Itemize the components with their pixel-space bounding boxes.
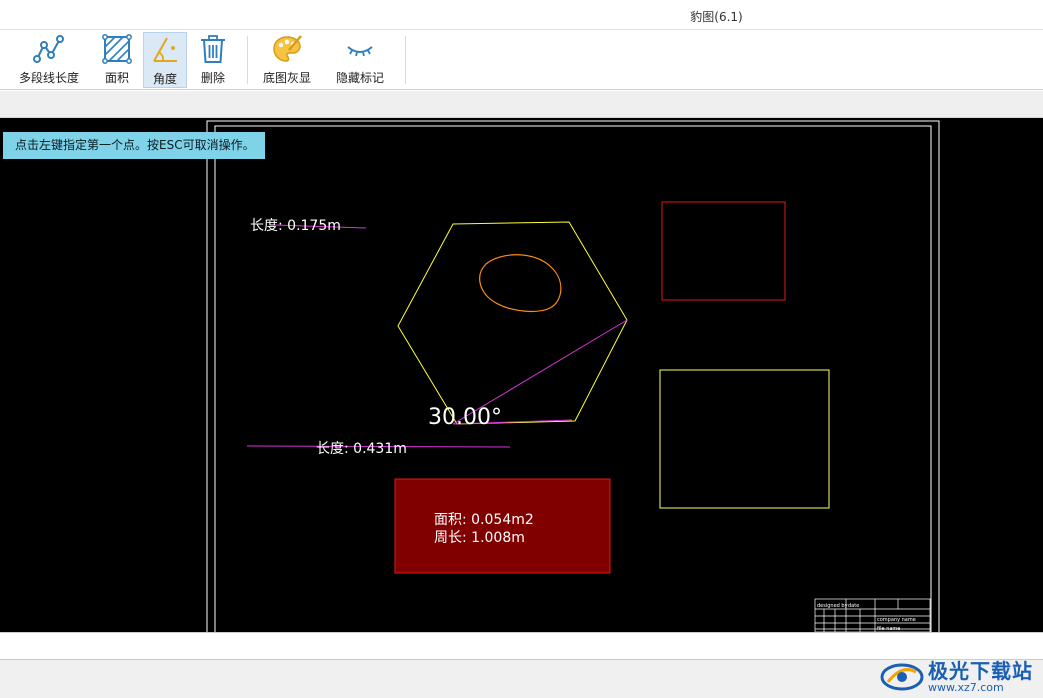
blob-shape xyxy=(479,254,562,313)
window-title: 豹图(6.1) xyxy=(690,10,743,24)
angle-icon xyxy=(148,33,182,67)
hide-marks-button[interactable]: 隐藏标记 xyxy=(330,32,390,88)
polyline-length-button[interactable]: 多段线长度 xyxy=(14,32,84,88)
angle-label: 角度 xyxy=(152,72,177,86)
ribbon-toolbar: 多段线长度 面积 角度 删除 底图灰显 隐藏标记 xyxy=(0,30,1043,90)
hexagon-shape xyxy=(397,221,628,425)
title-block-designed-by: designed by xyxy=(817,603,848,609)
drawing-canvas[interactable]: 长度: 0.175m 长度: 0.431m 30.00° 面积: 0.054m2… xyxy=(0,118,1043,632)
red-rectangle xyxy=(661,201,786,301)
gray-basemap-label: 底图灰显 xyxy=(262,71,311,85)
area-value-label: 面积: 0.054m2 xyxy=(434,512,534,528)
title-block-date: date xyxy=(848,603,859,609)
eye-closed-icon xyxy=(343,32,377,66)
delete-button[interactable]: 删除 xyxy=(192,32,234,88)
hide-marks-label: 隐藏标记 xyxy=(335,71,384,85)
area-button[interactable]: 面积 xyxy=(96,32,138,88)
title-bar: 豹图(6.1) xyxy=(0,0,1043,30)
angle-button[interactable]: 角度 xyxy=(143,32,187,88)
ribbon-separator xyxy=(247,36,248,84)
area-label: 面积 xyxy=(104,71,129,85)
polyline-length-label: 多段线长度 xyxy=(18,71,79,85)
area-icon xyxy=(100,32,134,66)
length-label-1: 长度: 0.175m xyxy=(250,218,341,234)
yellow-rectangle xyxy=(659,369,830,509)
perimeter-value-label: 周长: 1.008m xyxy=(434,530,525,546)
length-label-2: 长度: 0.431m xyxy=(316,441,407,457)
polyline-length-icon xyxy=(32,32,66,66)
cad-drawing[interactable]: 长度: 0.175m 长度: 0.431m 30.00° 面积: 0.054m2… xyxy=(0,118,1043,632)
command-line-bar[interactable] xyxy=(0,632,1043,660)
delete-label: 删除 xyxy=(200,71,225,85)
watermark-brand: 极光下载站 xyxy=(928,659,1033,683)
title-block-company: company name xyxy=(877,617,916,623)
palette-icon xyxy=(270,32,304,66)
watermark: 极光下载站 www.xz7.com xyxy=(880,660,1033,694)
gray-basemap-button[interactable]: 底图灰显 xyxy=(258,32,316,88)
status-bar: 极光下载站 www.xz7.com xyxy=(0,660,1043,698)
watermark-logo-icon xyxy=(880,663,924,691)
trash-icon xyxy=(196,32,230,66)
angle-value-label: 30.00° xyxy=(428,405,502,430)
ribbon-separator xyxy=(405,36,406,84)
watermark-url: www.xz7.com xyxy=(928,681,1004,694)
secondary-toolbar xyxy=(0,91,1043,118)
command-hint: 点击左键指定第一个点。按ESC可取消操作。 xyxy=(3,132,265,159)
